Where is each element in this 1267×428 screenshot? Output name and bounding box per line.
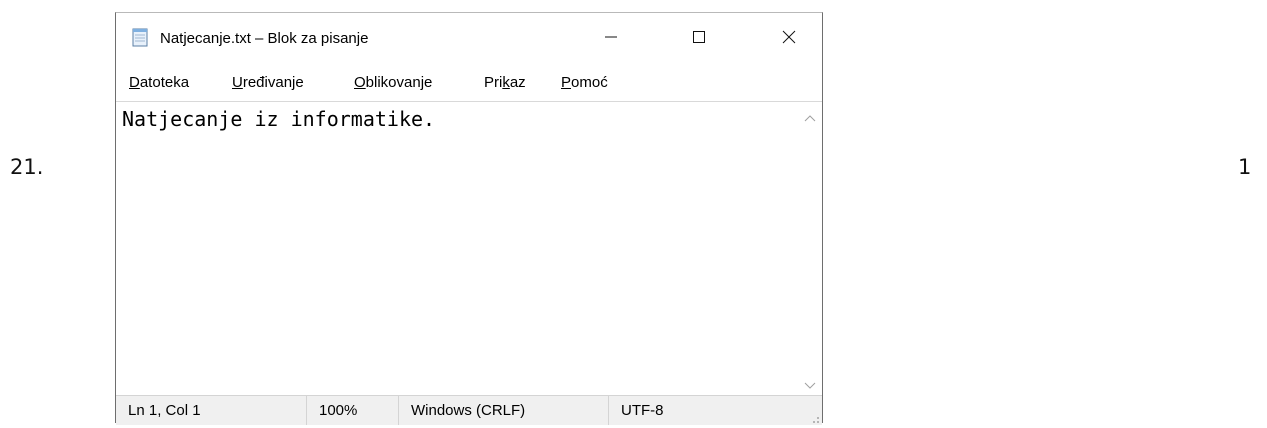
scroll-down-button[interactable] <box>797 374 822 394</box>
resize-grip-icon[interactable] <box>808 411 820 423</box>
menu-pomoc[interactable]: Pomoć <box>561 74 608 91</box>
maximize-button[interactable] <box>676 13 722 63</box>
notepad-icon <box>130 27 150 47</box>
zoom-level: 100% <box>306 396 398 425</box>
menu-accel: O <box>354 74 366 91</box>
line-endings: Windows (CRLF) <box>398 396 608 425</box>
menu-label-rest: omoć <box>571 74 608 91</box>
menu-datoteka[interactable]: Datoteka <box>129 74 189 91</box>
minimize-button[interactable] <box>588 13 634 63</box>
vertical-scrollbar[interactable] <box>797 101 822 396</box>
chevron-up-icon <box>804 107 816 126</box>
menu-bar: Datoteka Uređivanje Oblikovanje Prikaz P… <box>116 71 822 97</box>
menu-uredivanje[interactable]: Uređivanje <box>232 74 304 91</box>
title-bar[interactable]: Natjecanje.txt – Blok za pisanje <box>116 13 822 63</box>
scroll-up-button[interactable] <box>797 106 822 126</box>
text-editor-area[interactable]: Natjecanje iz informatike. <box>116 101 797 396</box>
minimize-icon <box>604 29 618 48</box>
menu-label-rest: atoteka <box>139 74 190 91</box>
cursor-position: Ln 1, Col 1 <box>128 402 201 419</box>
close-icon <box>782 29 796 48</box>
menu-label-pre: Pri <box>484 74 503 91</box>
left-question-number: 21. <box>10 155 44 179</box>
menu-label-rest: ređivanje <box>242 74 304 91</box>
menu-oblikovanje[interactable]: Oblikovanje <box>354 74 432 91</box>
menu-prikaz[interactable]: Prikaz <box>484 74 526 91</box>
notepad-window: Natjecanje.txt – Blok za pisanje Datotek… <box>115 12 823 425</box>
menu-accel: D <box>129 74 140 91</box>
menu-label-rest: az <box>509 74 526 91</box>
chevron-down-icon <box>804 375 816 394</box>
close-button[interactable] <box>766 13 812 63</box>
maximize-icon <box>692 29 706 48</box>
encoding: UTF-8 <box>608 396 798 425</box>
menu-accel: k <box>502 74 510 91</box>
status-bar: Ln 1, Col 1 100% Windows (CRLF) UTF-8 <box>116 395 822 425</box>
right-points-number: 1 <box>1238 155 1252 179</box>
menu-accel: P <box>561 74 572 91</box>
window-title: Natjecanje.txt – Blok za pisanje <box>160 30 369 47</box>
menu-accel: U <box>232 74 243 91</box>
editor-content[interactable]: Natjecanje iz informatike. <box>122 107 435 131</box>
menu-label-rest: blikovanje <box>365 74 433 91</box>
